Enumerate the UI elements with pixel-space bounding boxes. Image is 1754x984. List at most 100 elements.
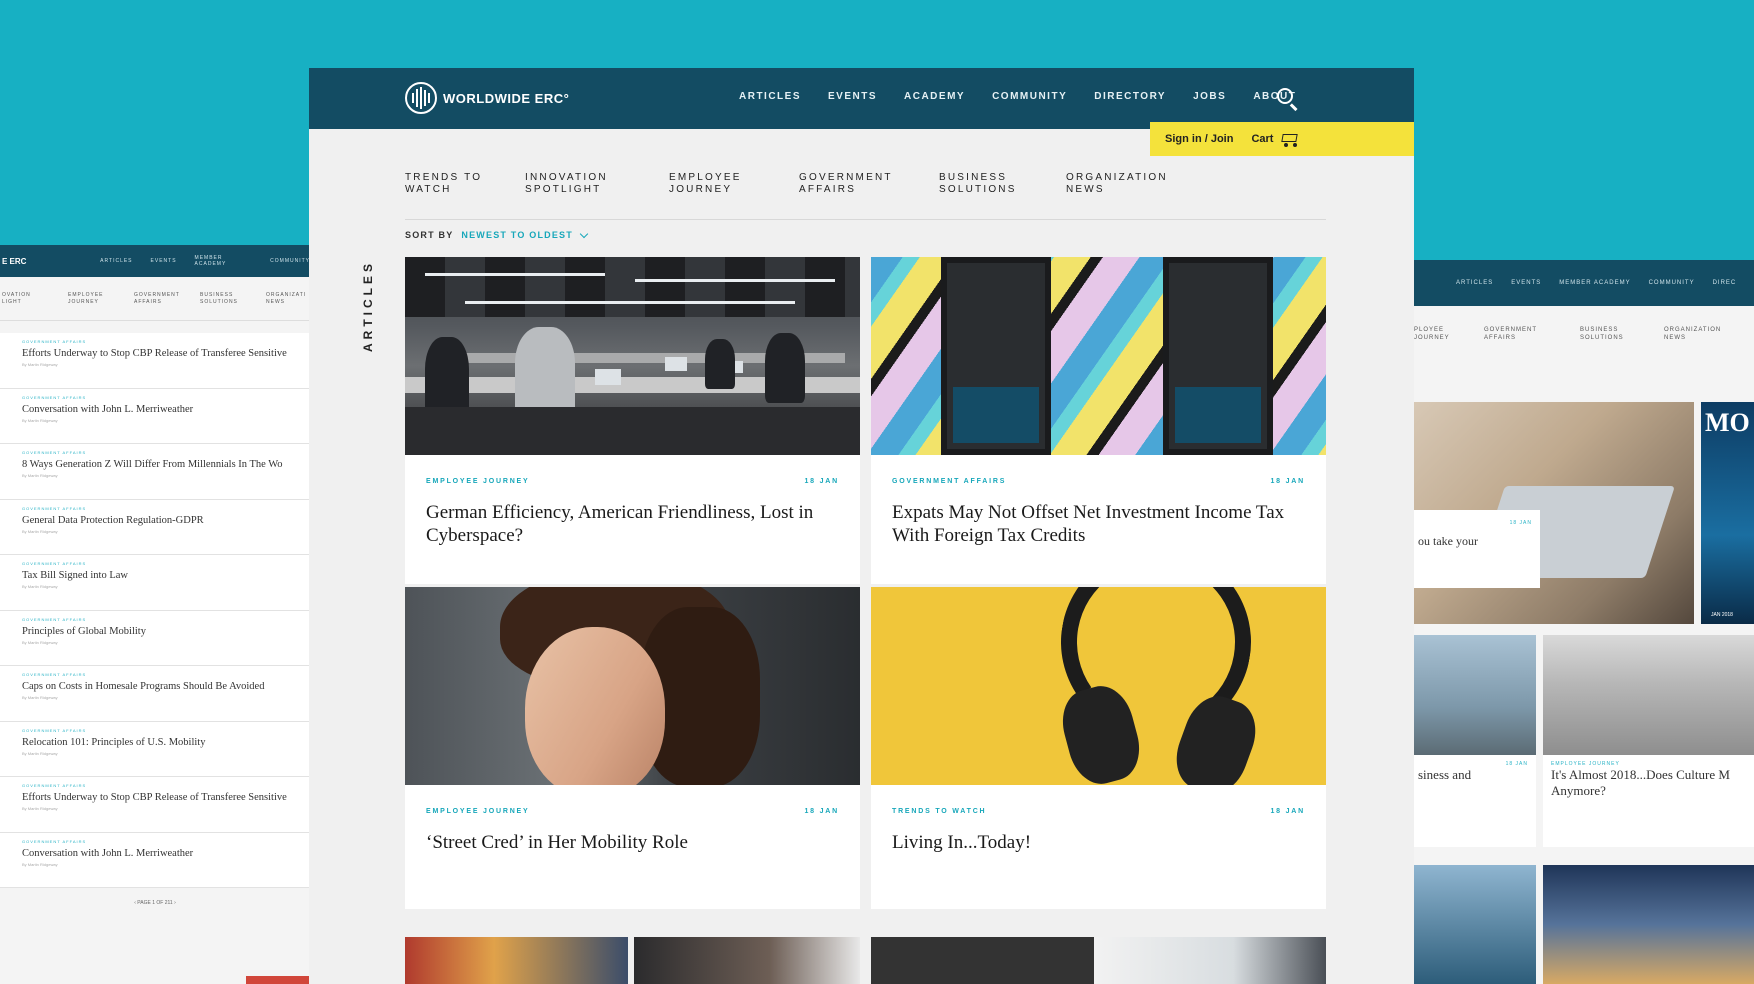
nav-articles[interactable]: ARTICLES — [739, 91, 801, 102]
pagination[interactable]: ‹ PAGE 1 OF 211 › — [0, 888, 310, 906]
list-item-title[interactable]: Principles of Global Mobility — [22, 626, 310, 637]
card-tag[interactable]: EMPLOYEE JOURNEY — [426, 478, 529, 485]
right-category[interactable]: GOVERNMENT AFFAIRS — [1484, 326, 1550, 342]
nav-community[interactable]: COMMUNITY — [992, 91, 1067, 102]
list-item-tag: GOVERNMENT AFFAIRS — [22, 672, 87, 677]
list-item-title[interactable]: Relocation 101: Principles of U.S. Mobil… — [22, 737, 310, 748]
section-label: ARTICLES — [361, 258, 375, 358]
article-thumbnail[interactable] — [405, 937, 628, 984]
card-title[interactable]: ou take your — [1418, 534, 1532, 549]
list-item[interactable]: GOVERNMENT AFFAIRS Relocation 101: Princi… — [0, 721, 310, 777]
list-item[interactable]: GOVERNMENT AFFAIRS Efforts Underway to St… — [0, 333, 310, 389]
article-card[interactable]: EMPLOYEE JOURNEY 18 JAN ‘Street Cred’ in… — [405, 587, 860, 909]
list-item-title[interactable]: General Data Protection Regulation-GDPR — [22, 515, 310, 526]
left-nav-item[interactable]: EVENTS — [151, 258, 177, 264]
nav-events[interactable]: EVENTS — [828, 91, 877, 102]
tab-government-affairs[interactable]: GOVERNMENT AFFAIRS — [799, 172, 939, 219]
card-title[interactable]: German Efficiency, American Friendliness… — [426, 501, 830, 547]
list-item[interactable]: GOVERNMENT AFFAIRS Conversation with John… — [0, 832, 310, 888]
section-label-text: ARTICLES — [361, 260, 375, 352]
city-image[interactable] — [1410, 635, 1536, 755]
right-hero-card[interactable]: 18 JAN ou take your — [1410, 510, 1540, 588]
right-tile-card[interactable]: 18 JAN siness and — [1410, 755, 1536, 847]
list-item[interactable]: GOVERNMENT AFFAIRS Caps on Costs in Homes… — [0, 666, 310, 722]
right-nav-item[interactable]: ARTICLES — [1456, 280, 1493, 286]
list-item[interactable]: GOVERNMENT AFFAIRS 8 Ways Generation Z Wi… — [0, 444, 310, 500]
list-item-title[interactable]: Efforts Underway to Stop CBP Release of … — [22, 348, 310, 359]
card-date: 18 JAN — [1509, 520, 1532, 526]
right-nav-item[interactable]: EVENTS — [1511, 280, 1541, 286]
card-tag[interactable]: EMPLOYEE JOURNEY — [426, 808, 529, 815]
cart-button[interactable]: Cart — [1251, 131, 1299, 147]
list-item[interactable]: GOVERNMENT AFFAIRS Efforts Underway to St… — [0, 777, 310, 833]
article-thumbnail[interactable] — [1094, 937, 1326, 984]
card-tag[interactable]: TRENDS TO WATCH — [892, 808, 986, 815]
list-item-title[interactable]: Efforts Underway to Stop CBP Release of … — [22, 792, 310, 803]
list-item-title[interactable]: Conversation with John L. Merriweather — [22, 848, 310, 859]
site-logo[interactable]: WORLDWIDE ERC° — [405, 82, 569, 114]
card-meta: EMPLOYEE JOURNEY 18 JAN — [426, 478, 839, 485]
card-title[interactable]: It's Almost 2018...Does Culture M Anymor… — [1551, 767, 1746, 799]
article-card[interactable]: GOVERNMENT AFFAIRS 18 JAN Expats May Not… — [871, 257, 1326, 584]
tab-employee-journey[interactable]: EMPLOYEE JOURNEY — [669, 172, 799, 219]
article-card[interactable]: EMPLOYEE JOURNEY 18 JAN German Efficienc… — [405, 257, 860, 584]
nav-directory[interactable]: DIRECTORY — [1094, 91, 1166, 102]
list-item-tag: GOVERNMENT AFFAIRS — [22, 616, 87, 622]
left-category[interactable]: OVATION LIGHT — [2, 292, 46, 306]
search-icon[interactable] — [1275, 86, 1299, 111]
bridge-night-image[interactable] — [1543, 865, 1754, 984]
list-item-author: By Martin Ridgeway — [22, 695, 58, 700]
right-category[interactable]: ORGANIZATION NEWS — [1664, 326, 1734, 342]
right-tile-card[interactable]: EMPLOYEE JOURNEY It's Almost 2018...Does… — [1543, 755, 1754, 847]
office-lobby-image[interactable] — [1543, 635, 1754, 755]
magazine-cover[interactable]: MO JAN 2018 — [1701, 402, 1754, 624]
woman-portrait-image — [405, 587, 860, 785]
card-date: 18 JAN — [1270, 808, 1305, 815]
cart-label: Cart — [1251, 133, 1274, 145]
card-title[interactable]: siness and — [1418, 767, 1528, 783]
card-tag[interactable]: GOVERNMENT AFFAIRS — [892, 478, 1006, 485]
list-item-title[interactable]: 8 Ways Generation Z Will Differ From Mil… — [22, 459, 310, 470]
sign-in-join-link[interactable]: Sign in / Join — [1165, 133, 1233, 145]
right-page-nav: ARTICLES EVENTS MEMBER ACADEMY COMMUNITY… — [1410, 260, 1754, 306]
nav-jobs[interactable]: JOBS — [1193, 91, 1226, 102]
harbor-image[interactable] — [1410, 865, 1536, 984]
list-item-title[interactable]: Caps on Costs in Homesale Programs Shoul… — [22, 681, 310, 692]
right-category[interactable]: PLOYEE JOURNEY — [1414, 326, 1454, 342]
list-item-title[interactable]: Conversation with John L. Merriweather — [22, 404, 310, 415]
card-title[interactable]: Expats May Not Offset Net Investment Inc… — [892, 501, 1296, 547]
tab-trends-to-watch[interactable]: TRENDS TO WATCH — [405, 172, 525, 219]
card-title[interactable]: Living In...Today! — [892, 831, 1296, 854]
left-category[interactable]: BUSINESS SOLUTIONS — [200, 292, 244, 306]
article-thumbnail[interactable] — [634, 937, 860, 984]
card-date: 18 JAN — [804, 478, 839, 485]
list-item[interactable]: GOVERNMENT AFFAIRS Principles of Global M… — [0, 610, 310, 666]
card-date: 18 JAN — [804, 808, 839, 815]
left-nav-item[interactable]: ARTICLES — [100, 258, 132, 264]
list-item[interactable]: GOVERNMENT AFFAIRS Conversation with John… — [0, 388, 310, 444]
list-item-title[interactable]: Tax Bill Signed into Law — [22, 570, 310, 581]
tab-organization-news[interactable]: ORGANIZATION NEWS — [1066, 172, 1196, 219]
list-item[interactable]: GOVERNMENT AFFAIRS Tax Bill Signed into L… — [0, 555, 310, 611]
article-card[interactable]: TRENDS TO WATCH 18 JAN Living In...Today… — [871, 587, 1326, 909]
list-item[interactable]: GOVERNMENT AFFAIRS General Data Protectio… — [0, 499, 310, 555]
left-nav-item[interactable]: MEMBER ACADEMY — [195, 255, 253, 267]
card-title[interactable]: ‘Street Cred’ in Her Mobility Role — [426, 831, 830, 854]
sort-dropdown[interactable]: NEWEST TO OLDEST — [461, 230, 573, 240]
left-category[interactable]: ORGANIZATI NEWS — [266, 292, 310, 306]
right-category[interactable]: BUSINESS SOLUTIONS — [1580, 326, 1634, 342]
card-date: 18 JAN — [1270, 478, 1305, 485]
tab-business-solutions[interactable]: BUSINESS SOLUTIONS — [939, 172, 1066, 219]
right-nav-item[interactable]: DIREC — [1713, 280, 1737, 286]
left-category[interactable]: EMPLOYEE JOURNEY — [68, 292, 112, 306]
right-nav-item[interactable]: MEMBER ACADEMY — [1559, 280, 1630, 286]
chevron-down-icon[interactable] — [579, 229, 589, 238]
tab-innovation-spotlight[interactable]: INNOVATION SPOTLIGHT — [525, 172, 669, 219]
list-item-author: By Martin Ridgeway — [22, 861, 58, 867]
article-thumbnail[interactable] — [871, 937, 1094, 984]
nav-academy[interactable]: ACADEMY — [904, 91, 965, 102]
left-category[interactable]: GOVERNMENT AFFAIRS — [134, 292, 179, 306]
right-nav-item[interactable]: COMMUNITY — [1649, 280, 1695, 286]
main-nav: ARTICLES EVENTS ACADEMY COMMUNITY DIRECT… — [739, 91, 1323, 102]
left-nav-item[interactable]: COMMUNITY — [270, 258, 310, 264]
